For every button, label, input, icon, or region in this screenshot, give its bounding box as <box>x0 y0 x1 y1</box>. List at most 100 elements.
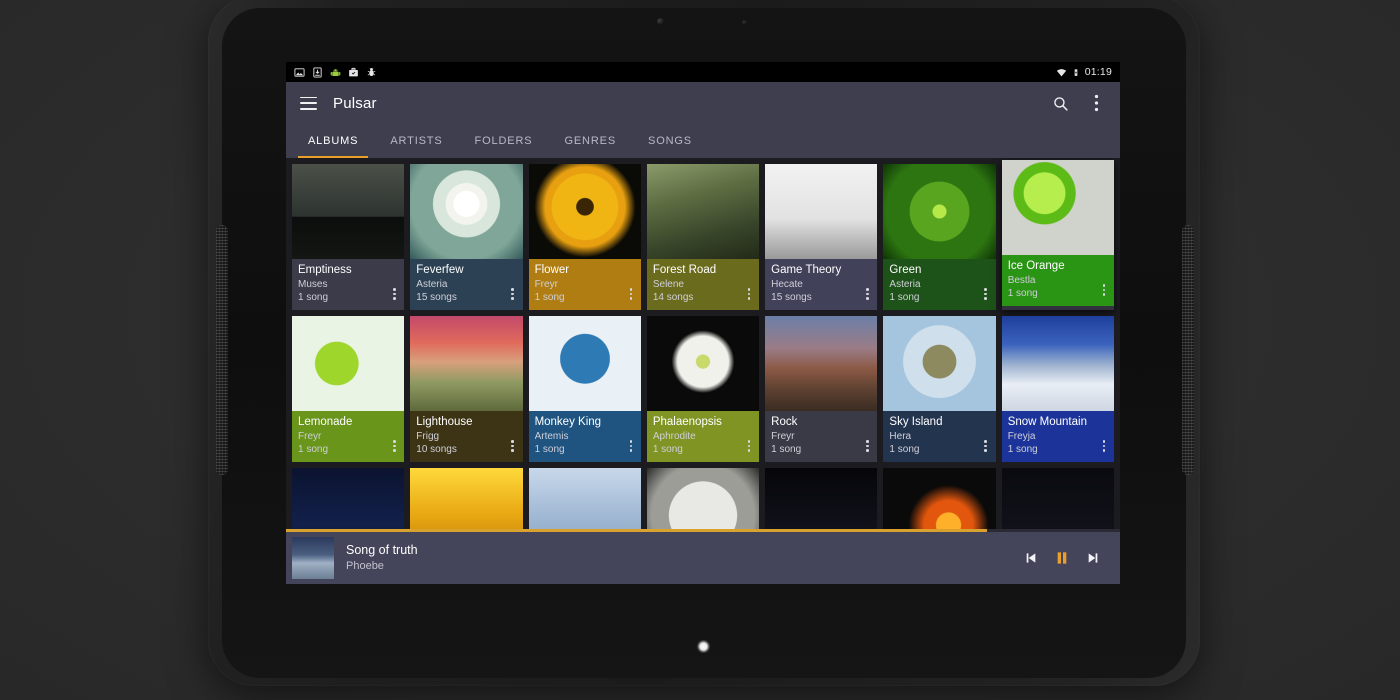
album-artist: Hecate <box>771 279 803 290</box>
album-caption: Forest Road Selene 14 songs <box>646 259 760 310</box>
album-caption: Lighthouse Frigg 10 songs <box>410 411 523 462</box>
album-title: Rock <box>771 416 798 428</box>
album-caption: Sky Island Hera 1 song <box>883 411 996 462</box>
album-title: Phalaenopsis <box>652 416 722 428</box>
album-art <box>528 316 641 411</box>
album-overflow-icon[interactable] <box>980 439 992 453</box>
album-artist: Muses <box>298 279 328 290</box>
playback-progress-track[interactable] <box>286 529 1120 532</box>
tab-label: GENRES <box>564 135 617 147</box>
album-song-count: 1 song <box>298 292 329 303</box>
album-artist: Freyr <box>534 279 558 290</box>
ambient-sensor-icon <box>742 20 747 25</box>
album-overflow-icon[interactable] <box>980 287 992 301</box>
tab-label: SONGS <box>648 135 692 147</box>
album-card[interactable]: Monkey King Artemis 1 song <box>528 316 641 462</box>
album-artist: Aphrodite <box>652 431 696 442</box>
front-camera-icon <box>657 18 664 25</box>
album-caption: Phalaenopsis Aphrodite 1 song <box>646 411 760 462</box>
album-title: Lemonade <box>298 416 353 428</box>
album-title: Ice Orange <box>1007 260 1065 272</box>
album-art <box>1001 160 1114 255</box>
now-playing-bar[interactable]: Song of truth Phoebe <box>286 529 1120 584</box>
album-title: Snow Mountain <box>1007 416 1087 428</box>
album-art <box>292 316 405 411</box>
status-bar: 01:19 <box>286 62 1120 82</box>
battery-charging-icon <box>1074 68 1078 76</box>
album-artist: Asteria <box>889 279 921 290</box>
tab-albums[interactable]: ALBUMS <box>292 124 374 158</box>
album-art <box>410 164 523 259</box>
pause-icon[interactable] <box>1054 549 1070 567</box>
album-card[interactable]: Sky Island Hera 1 song <box>883 316 996 462</box>
album-card[interactable]: Lighthouse Frigg 10 songs <box>410 316 523 462</box>
album-card[interactable]: Rock Freyr 1 song <box>765 316 878 462</box>
album-card[interactable]: Phalaenopsis Aphrodite 1 song <box>646 316 760 462</box>
album-card[interactable]: Emptiness Muses 1 song <box>292 164 405 310</box>
album-card[interactable]: Snow Mountain Freyja 1 song <box>1001 316 1114 462</box>
briefcase-icon <box>349 67 358 76</box>
now-playing-album-art <box>292 537 334 579</box>
album-overflow-icon[interactable] <box>625 439 637 453</box>
album-song-count: 14 songs <box>652 292 694 303</box>
album-artist: Asteria <box>416 279 448 290</box>
album-overflow-icon[interactable] <box>388 287 400 301</box>
album-card[interactable]: Forest Road Selene 14 songs <box>646 164 760 310</box>
album-title: Emptiness <box>298 264 352 276</box>
album-overflow-icon[interactable] <box>625 287 637 301</box>
album-title: Forest Road <box>652 264 717 276</box>
album-overflow-icon[interactable] <box>743 287 755 301</box>
tab-artists[interactable]: ARTISTS <box>374 124 458 158</box>
album-artist: Frigg <box>416 431 440 442</box>
album-card[interactable]: Lemonade Freyr 1 song <box>292 316 405 462</box>
album-card[interactable]: Game Theory Hecate 15 songs <box>765 164 878 310</box>
album-art <box>883 164 996 259</box>
album-caption: Monkey King Artemis 1 song <box>528 411 641 462</box>
tablet-screen: 01:19 Pulsar ALBUMS ARTISTS FOLDERS GENR… <box>286 62 1120 584</box>
tab-genres[interactable]: GENRES <box>548 124 632 158</box>
album-card[interactable]: Flower Freyr 1 song <box>528 164 641 310</box>
album-song-count: 1 song <box>1007 288 1038 299</box>
skip-previous-icon[interactable] <box>1022 550 1038 566</box>
album-overflow-icon[interactable] <box>861 287 873 301</box>
tab-bar: ALBUMS ARTISTS FOLDERS GENRES SONGS <box>286 124 1120 158</box>
album-title: Green <box>889 264 922 276</box>
more-vert-icon[interactable] <box>1086 93 1106 113</box>
tab-label: ALBUMS <box>308 135 359 147</box>
album-title: Flower <box>534 264 570 276</box>
album-overflow-icon[interactable] <box>507 287 519 301</box>
album-overflow-icon[interactable] <box>743 439 755 453</box>
album-artist: Freyja <box>1007 431 1036 442</box>
search-icon[interactable] <box>1050 93 1070 113</box>
skip-next-icon[interactable] <box>1086 550 1102 566</box>
album-grid-container[interactable]: Emptiness Muses 1 song Feverfew Asteria 15 so… <box>286 158 1120 584</box>
album-song-count: 10 songs <box>416 444 457 455</box>
album-overflow-icon[interactable] <box>388 439 400 453</box>
speaker-grille-right <box>1182 225 1194 475</box>
tab-songs[interactable]: SONGS <box>632 124 708 158</box>
bug-icon <box>367 67 376 76</box>
home-led-indicator <box>697 640 710 653</box>
status-bar-system-icons: 01:19 <box>1056 66 1112 78</box>
album-overflow-icon[interactable] <box>1098 283 1110 297</box>
album-caption: Ice Orange Bestla 1 song <box>1001 255 1114 306</box>
hamburger-menu-icon[interactable] <box>300 96 317 110</box>
album-overflow-icon[interactable] <box>1098 439 1110 453</box>
album-overflow-icon[interactable] <box>507 439 519 453</box>
album-artist: Freyr <box>298 431 322 442</box>
now-playing-artist: Phoebe <box>346 560 384 572</box>
album-card[interactable]: Ice Orange Bestla 1 song <box>1001 160 1114 310</box>
album-art <box>646 316 760 411</box>
album-caption: Rock Freyr 1 song <box>765 411 878 462</box>
image-icon <box>294 67 305 77</box>
album-art <box>410 316 523 411</box>
album-overflow-icon[interactable] <box>861 439 873 453</box>
album-art <box>292 164 405 259</box>
tab-folders[interactable]: FOLDERS <box>459 124 549 158</box>
album-card[interactable]: Feverfew Asteria 15 songs <box>410 164 523 310</box>
album-song-count: 1 song <box>889 292 920 303</box>
album-song-count: 1 song <box>1007 444 1038 455</box>
tab-label: FOLDERS <box>474 135 533 147</box>
album-card[interactable]: Green Asteria 1 song <box>883 164 996 310</box>
album-art <box>765 164 878 259</box>
